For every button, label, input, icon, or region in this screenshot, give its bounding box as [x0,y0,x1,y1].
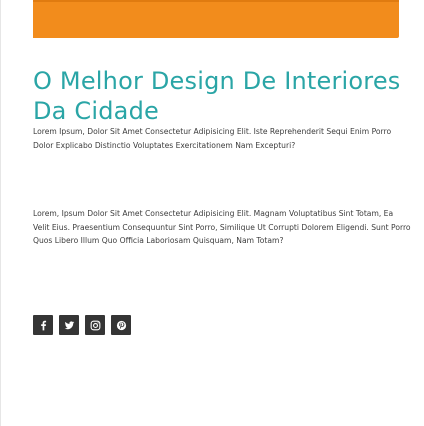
instagram-button[interactable] [85,315,105,335]
left-divider [0,0,1,426]
paragraph-2: Lorem, Ipsum Dolor Sit Amet Consectetur … [33,209,411,245]
banner-top-edge [33,0,399,2]
pinterest-icon [116,320,126,330]
social-links [33,315,131,335]
twitter-button[interactable] [59,315,79,335]
facebook-icon [40,320,46,330]
section-title: O Melhor Design De Interiores Da Cidade [33,67,401,125]
orange-banner [33,0,399,38]
twitter-icon [64,320,74,329]
pinterest-button[interactable] [111,315,131,335]
facebook-button[interactable] [33,315,53,335]
instagram-icon [90,320,100,330]
page: O Melhor Design De Interiores Da Cidade … [0,0,424,426]
paragraph-1: Lorem Ipsum, Dolor Sit Amet Consectetur … [33,127,392,150]
